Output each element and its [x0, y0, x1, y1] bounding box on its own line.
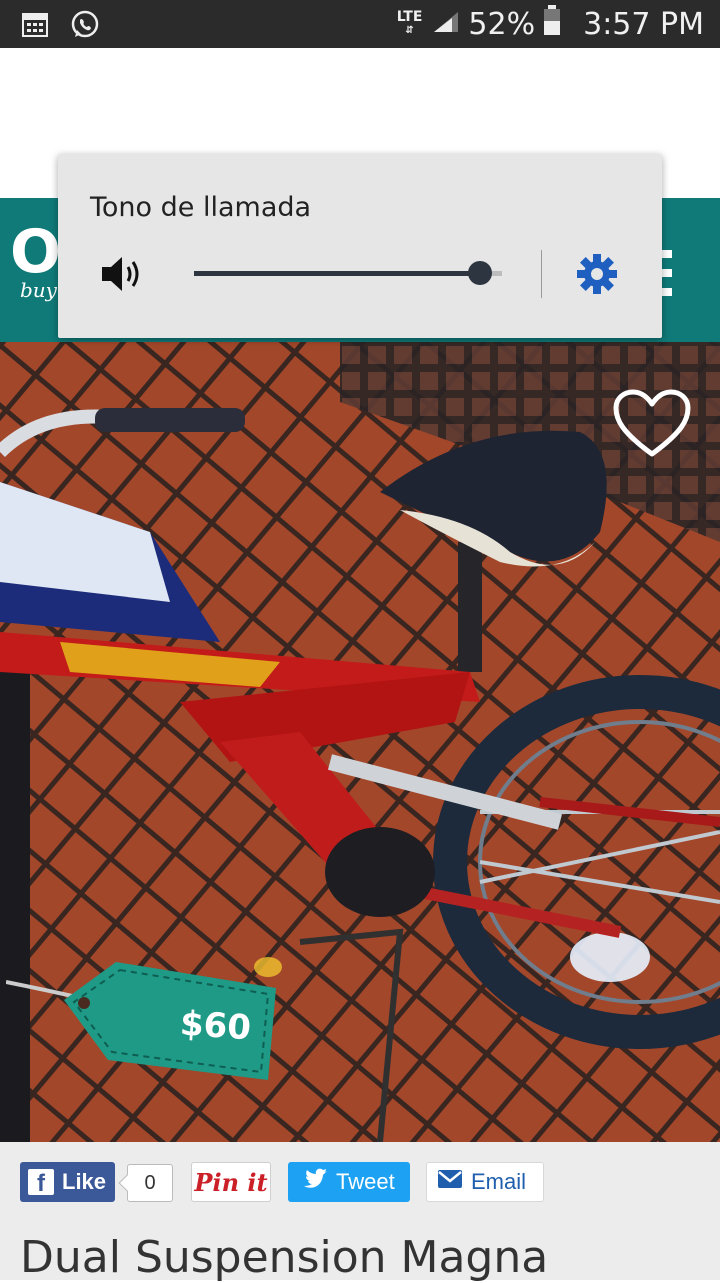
- twitter-bird-icon: [302, 1168, 328, 1196]
- status-bar: LTE ⇵ 52% 3:57 PM: [0, 0, 720, 48]
- twitter-label: Tweet: [336, 1169, 395, 1194]
- envelope-icon: [437, 1169, 463, 1195]
- facebook-like-count: 0: [127, 1164, 173, 1202]
- volume-slider-fill: [194, 271, 481, 276]
- facebook-icon: f: [28, 1169, 54, 1196]
- email-label: Email: [471, 1169, 527, 1194]
- volume-divider: [541, 250, 542, 298]
- listing-title: Dual Suspension Magna: [20, 1232, 549, 1283]
- heart-outline-icon[interactable]: [612, 388, 692, 460]
- pinterest-label: Pin it: [194, 1167, 268, 1197]
- email-share-button[interactable]: Email: [426, 1162, 544, 1202]
- twitter-tweet-button[interactable]: Tweet: [288, 1162, 410, 1202]
- lte-indicator: LTE ⇵: [396, 9, 423, 36]
- clock: 3:57 PM: [583, 6, 704, 42]
- site-tagline: buy: [20, 278, 57, 302]
- volume-panel-title: Tono de llamada: [90, 192, 312, 223]
- signal-icon: [432, 7, 460, 42]
- site-logo[interactable]: O: [10, 220, 61, 284]
- facebook-like-button[interactable]: f Like: [20, 1162, 115, 1202]
- speaker-icon[interactable]: [100, 254, 146, 299]
- price-label: $60: [178, 1003, 253, 1049]
- volume-panel: Tono de llamada: [58, 154, 662, 338]
- volume-slider[interactable]: [194, 261, 502, 285]
- pinterest-pin-button[interactable]: Pin it: [191, 1162, 271, 1202]
- settings-gear-icon[interactable]: [575, 252, 619, 301]
- price-tag: [5, 960, 296, 1090]
- whatsapp-icon: [70, 10, 100, 45]
- battery-icon: [543, 5, 561, 43]
- facebook-like-label: Like: [62, 1169, 107, 1194]
- calendar-icon: [22, 12, 48, 43]
- volume-slider-thumb[interactable]: [468, 261, 493, 285]
- battery-percent: 52%: [468, 6, 536, 42]
